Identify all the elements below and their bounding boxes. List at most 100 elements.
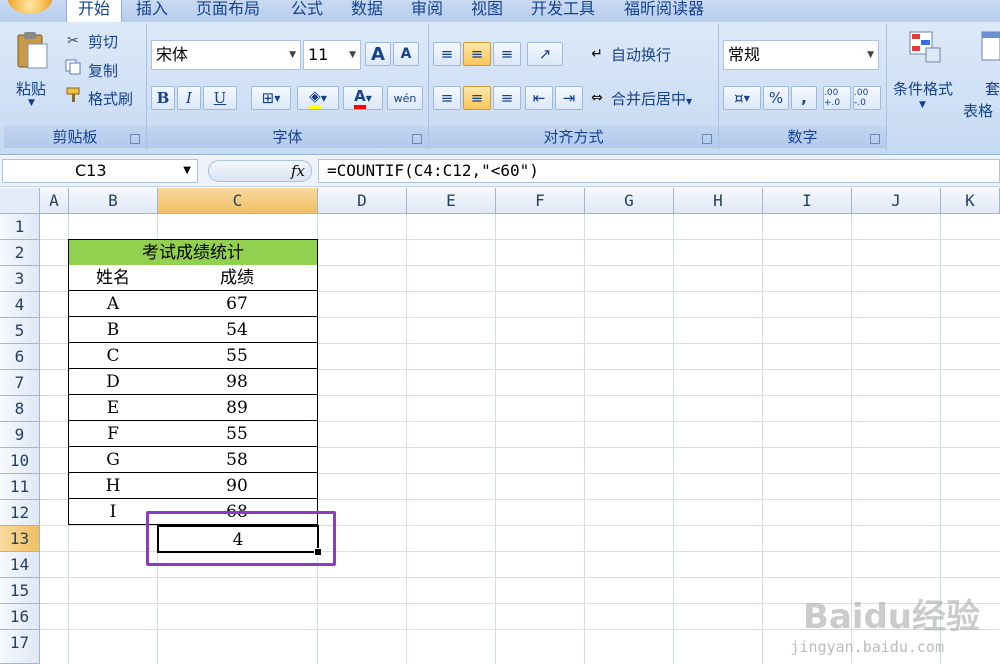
- tab-foxit-reader[interactable]: 福昕阅读器: [624, 0, 704, 22]
- clipboard-launcher-icon[interactable]: [130, 134, 140, 144]
- shrink-font-button[interactable]: A: [393, 42, 419, 66]
- decrease-decimal-button[interactable]: .00 -.0: [853, 86, 881, 110]
- tab-insert[interactable]: 插入: [136, 0, 168, 22]
- tab-formulas[interactable]: 公式: [291, 0, 323, 22]
- row-header-14[interactable]: 14: [0, 552, 40, 578]
- row-header-4[interactable]: 4: [0, 292, 40, 318]
- row-header-7[interactable]: 7: [0, 370, 40, 396]
- decrease-indent-button[interactable]: ⇤: [525, 86, 553, 110]
- insert-function-button[interactable]: fx: [291, 162, 305, 180]
- column-header-e[interactable]: E: [407, 188, 496, 214]
- name-cell[interactable]: A: [68, 291, 158, 317]
- copy-button[interactable]: 复制: [88, 60, 118, 81]
- row-header-9[interactable]: 9: [0, 422, 40, 448]
- name-cell[interactable]: D: [68, 369, 158, 395]
- align-right-button[interactable]: ≡: [493, 86, 521, 110]
- score-cell[interactable]: 67: [157, 291, 318, 317]
- bold-button[interactable]: B: [151, 86, 175, 110]
- paste-button[interactable]: 粘贴: [16, 78, 46, 99]
- borders-button[interactable]: ⊞ ▼: [251, 86, 291, 110]
- column-header-j[interactable]: J: [852, 188, 941, 214]
- chevron-down-icon[interactable]: ▼: [183, 160, 191, 182]
- chevron-down-icon[interactable]: ▼: [919, 100, 926, 110]
- phonetic-button[interactable]: wén: [387, 86, 423, 110]
- score-cell[interactable]: 58: [157, 447, 318, 473]
- fill-color-button[interactable]: ◈ ▼: [297, 86, 339, 110]
- office-button[interactable]: [8, 0, 52, 14]
- align-top-button[interactable]: ≡: [433, 42, 461, 66]
- name-cell[interactable]: C: [68, 343, 158, 369]
- name-cell[interactable]: H: [68, 473, 158, 499]
- row-header-12[interactable]: 12: [0, 500, 40, 526]
- score-cell[interactable]: 89: [157, 395, 318, 421]
- conditional-format-button[interactable]: 条件格式: [893, 78, 953, 99]
- select-all-button[interactable]: [0, 188, 40, 214]
- tab-page-layout[interactable]: 页面布局: [196, 0, 260, 22]
- align-center-button[interactable]: ≡: [463, 86, 491, 110]
- paste-dropdown-icon[interactable]: ▼: [28, 98, 35, 108]
- row-header-2[interactable]: 2: [0, 240, 40, 266]
- column-header-b[interactable]: B: [69, 188, 158, 214]
- row-header-10[interactable]: 10: [0, 448, 40, 474]
- column-header-k[interactable]: K: [941, 188, 1000, 214]
- cut-button[interactable]: 剪切: [88, 31, 118, 52]
- row-header-11[interactable]: 11: [0, 474, 40, 500]
- underline-button[interactable]: U: [203, 86, 237, 110]
- number-launcher-icon[interactable]: [870, 134, 880, 144]
- column-header-d[interactable]: D: [318, 188, 407, 214]
- comma-button[interactable]: ,: [791, 86, 817, 110]
- font-launcher-icon[interactable]: [412, 134, 422, 144]
- tab-home[interactable]: 开始: [66, 0, 122, 23]
- row-header-17[interactable]: 17: [0, 630, 40, 664]
- row-header-15[interactable]: 15: [0, 578, 40, 604]
- column-header-c[interactable]: C: [158, 188, 318, 214]
- row-header-16[interactable]: 16: [0, 604, 40, 630]
- tab-review[interactable]: 审阅: [411, 0, 443, 22]
- font-color-button[interactable]: A ▼: [343, 86, 383, 110]
- tab-data[interactable]: 数据: [351, 0, 383, 22]
- font-name-select[interactable]: 宋体 ▼: [151, 40, 301, 70]
- align-middle-button[interactable]: ≡: [463, 42, 491, 66]
- row-header-8[interactable]: 8: [0, 396, 40, 422]
- merge-center-button[interactable]: 合并后居中▼: [611, 88, 692, 109]
- formula-input[interactable]: =COUNTIF(C4:C12,"<60"): [318, 159, 1000, 183]
- header-score-cell[interactable]: 成绩: [157, 265, 318, 291]
- name-cell[interactable]: I: [68, 499, 158, 525]
- row-header-1[interactable]: 1: [0, 214, 40, 240]
- font-size-select[interactable]: 11 ▼: [303, 40, 361, 70]
- alignment-launcher-icon[interactable]: [702, 134, 712, 144]
- column-header-g[interactable]: G: [585, 188, 674, 214]
- name-cell[interactable]: B: [68, 317, 158, 343]
- row-header-5[interactable]: 5: [0, 318, 40, 344]
- align-left-button[interactable]: ≡: [433, 86, 461, 110]
- grow-font-button[interactable]: A: [365, 42, 391, 66]
- column-header-f[interactable]: F: [496, 188, 585, 214]
- row-header-3[interactable]: 3: [0, 266, 40, 292]
- italic-button[interactable]: I: [177, 86, 201, 110]
- increase-decimal-button[interactable]: .00 +.0: [823, 86, 851, 110]
- score-cell[interactable]: 54: [157, 317, 318, 343]
- score-cell[interactable]: 55: [157, 421, 318, 447]
- row-header-13[interactable]: 13: [0, 526, 40, 552]
- score-cell[interactable]: 90: [157, 473, 318, 499]
- score-cell[interactable]: 55: [157, 343, 318, 369]
- name-cell[interactable]: G: [68, 447, 158, 473]
- orientation-button[interactable]: ↗: [527, 42, 563, 66]
- tab-view[interactable]: 视图: [471, 0, 503, 22]
- number-format-select[interactable]: 常规 ▼: [723, 40, 879, 70]
- name-cell[interactable]: E: [68, 395, 158, 421]
- row-header-6[interactable]: 6: [0, 344, 40, 370]
- accounting-format-button[interactable]: ¤ ▼: [723, 86, 761, 110]
- percent-button[interactable]: %: [763, 86, 789, 110]
- column-header-h[interactable]: H: [674, 188, 763, 214]
- wrap-text-button[interactable]: 自动换行: [611, 44, 671, 65]
- name-cell[interactable]: F: [68, 421, 158, 447]
- tab-developer[interactable]: 开发工具: [531, 0, 595, 22]
- score-cell[interactable]: 98: [157, 369, 318, 395]
- column-header-a[interactable]: A: [40, 188, 69, 214]
- name-box[interactable]: C13 ▼: [2, 159, 198, 183]
- header-name-cell[interactable]: 姓名: [68, 265, 158, 291]
- align-bottom-button[interactable]: ≡: [493, 42, 521, 66]
- format-table-button[interactable]: 套: [985, 78, 1000, 99]
- column-header-i[interactable]: I: [763, 188, 852, 214]
